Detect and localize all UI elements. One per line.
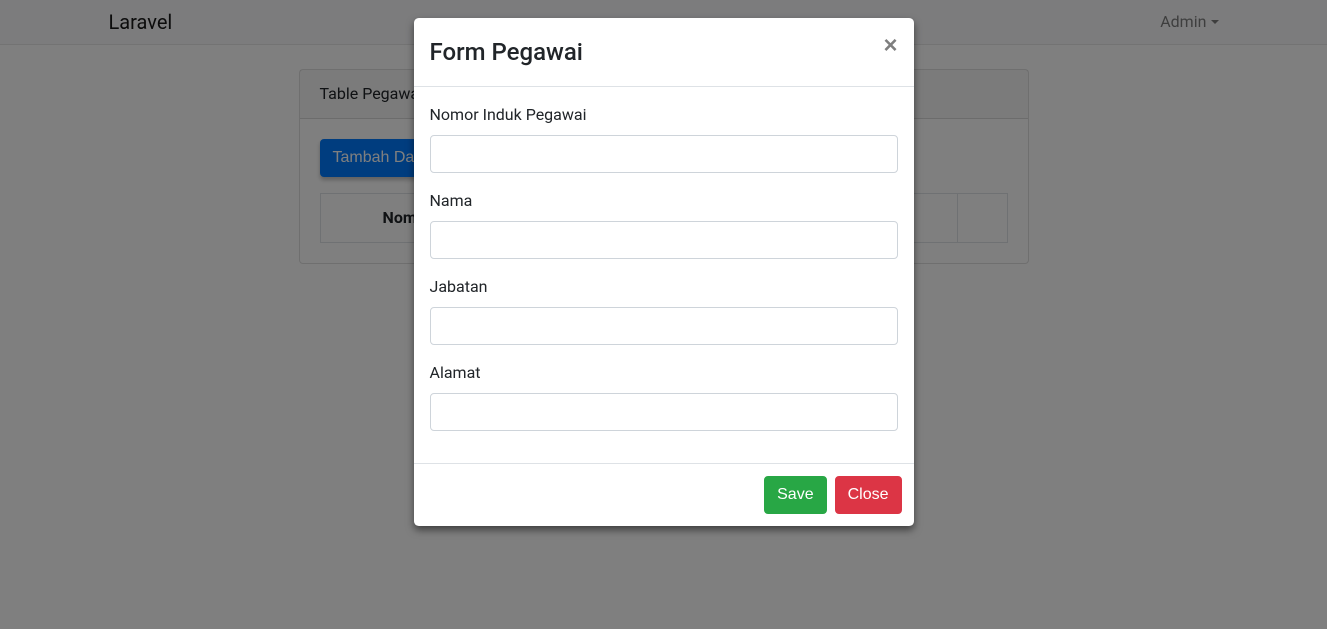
- save-button[interactable]: Save: [764, 476, 826, 514]
- modal-dialog: Form Pegawai × Nomor Induk Pegawai Nama …: [414, 18, 914, 526]
- modal-footer: Save Close: [414, 463, 914, 526]
- alamat-input[interactable]: [430, 393, 898, 431]
- nip-label: Nomor Induk Pegawai: [430, 103, 587, 127]
- modal-content: Form Pegawai × Nomor Induk Pegawai Nama …: [414, 18, 914, 526]
- close-button[interactable]: Close: [835, 476, 902, 514]
- alamat-label: Alamat: [430, 361, 481, 385]
- close-icon[interactable]: ×: [867, 18, 913, 74]
- nama-input[interactable]: [430, 221, 898, 259]
- jabatan-label: Jabatan: [430, 275, 488, 299]
- nama-label: Nama: [430, 189, 473, 213]
- jabatan-input[interactable]: [430, 307, 898, 345]
- nip-input[interactable]: [430, 135, 898, 173]
- modal-body: Nomor Induk Pegawai Nama Jabatan Alamat: [414, 87, 914, 463]
- modal-title: Form Pegawai: [430, 34, 583, 70]
- modal: Form Pegawai × Nomor Induk Pegawai Nama …: [0, 0, 1327, 629]
- modal-header: Form Pegawai ×: [414, 18, 914, 87]
